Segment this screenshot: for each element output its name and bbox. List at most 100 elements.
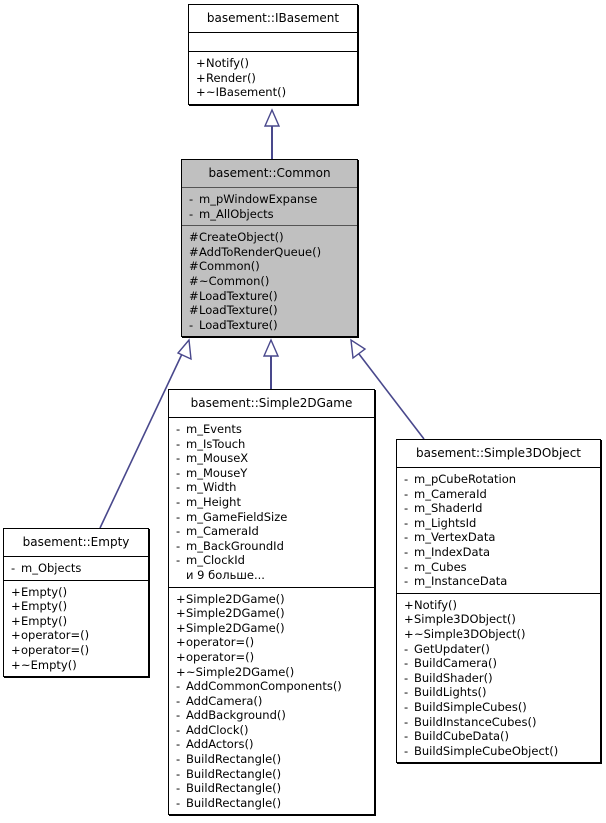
visibility-marker: - <box>189 192 194 206</box>
methods-compartment-empty: +Empty() +Empty() +Empty() +operator=() … <box>4 579 148 677</box>
class-member: - m_IndexData <box>404 545 594 560</box>
member-name: AddClock() <box>186 722 249 737</box>
member-name: ~IBasement() <box>206 85 287 100</box>
class-member: +Notify() <box>196 56 351 71</box>
uml-class-empty[interactable]: basement::Empty - m_Objects +Empty() +Emp… <box>3 528 149 678</box>
class-member: - m_Objects <box>11 561 142 576</box>
class-member: - BuildRectangle() <box>176 796 368 811</box>
member-name: Notify() <box>414 597 457 612</box>
class-member: - m_InstanceData <box>404 574 594 589</box>
member-name: AddCommonComponents() <box>186 679 342 694</box>
class-member: - m_LightsId <box>404 516 594 531</box>
visibility-marker: # <box>189 303 199 318</box>
member-name: AddToRenderQueue() <box>199 244 322 259</box>
visibility-marker: # <box>189 273 199 288</box>
visibility-marker: + <box>11 642 21 657</box>
class-member: - BuildCubeData() <box>404 729 594 744</box>
visibility-marker: - <box>189 317 194 332</box>
class-member: +~IBasement() <box>196 85 351 100</box>
class-member: +operator=() <box>176 635 368 650</box>
class-member: +Empty() <box>11 599 142 614</box>
member-name: Simple2DGame() <box>186 620 285 635</box>
visibility-marker: - <box>404 714 409 729</box>
visibility-marker: + <box>176 606 186 621</box>
visibility-marker: # <box>189 259 199 274</box>
member-name: operator=() <box>186 635 255 650</box>
visibility-marker: - <box>404 486 409 501</box>
member-name: m_IsTouch <box>186 436 246 451</box>
class-member: - m_VertexData <box>404 530 594 545</box>
member-name: Empty() <box>21 584 68 599</box>
visibility-marker: - <box>176 737 181 752</box>
visibility-marker: + <box>176 664 186 679</box>
visibility-marker: + <box>176 635 186 650</box>
uml-class-simple3dobject[interactable]: basement::Simple3DObject - m_pCubeRotatio… <box>396 439 601 764</box>
visibility-marker: - <box>404 729 409 744</box>
member-name: BuildRectangle() <box>186 795 282 810</box>
visibility-marker: - <box>404 559 409 574</box>
class-member: - AddBackground() <box>176 708 368 723</box>
visibility-marker: - <box>404 743 409 758</box>
class-member: - BuildInstanceCubes() <box>404 715 594 730</box>
member-name: Simple2DGame() <box>186 606 285 621</box>
class-member: +operator=() <box>11 628 142 643</box>
class-title-simple2dgame: basement::Simple2DGame <box>190 396 353 410</box>
member-name: m_MouseX <box>186 451 249 466</box>
visibility-marker: - <box>176 708 181 723</box>
class-member: - LoadTexture() <box>189 318 351 333</box>
member-name: m_MouseY <box>186 465 248 480</box>
class-member: - m_MouseX <box>176 451 368 466</box>
class-member: +Simple2DGame() <box>176 621 368 636</box>
inheritance-edge-common-to-ibasement <box>263 108 281 159</box>
member-name: m_ClockId <box>186 553 245 568</box>
class-member: - BuildSimpleCubes() <box>404 700 594 715</box>
visibility-marker: - <box>176 722 181 737</box>
class-member: - BuildRectangle() <box>176 781 368 796</box>
member-name: AddCamera() <box>186 693 263 708</box>
visibility-marker: - <box>404 472 409 486</box>
class-member: +Simple2DGame() <box>176 606 368 621</box>
class-member: - BuildRectangle() <box>176 752 368 767</box>
inheritance-edge-s2dgame-to-common <box>262 338 280 389</box>
methods-compartment-simple2dgame: +Simple2DGame() +Simple2DGame() +Simple2… <box>169 586 374 815</box>
class-title-simple3dobject: basement::Simple3DObject <box>415 446 581 460</box>
uml-class-common[interactable]: basement::Common - m_pWindowExpanse - m_Al… <box>181 159 358 338</box>
visibility-marker: - <box>404 670 409 685</box>
class-member: - m_CameraId <box>404 487 594 502</box>
member-name: m_CameraId <box>186 524 259 539</box>
visibility-marker: - <box>404 685 409 700</box>
member-name: BuildLights() <box>414 685 487 700</box>
class-member: - m_Height <box>176 495 368 510</box>
visibility-marker: - <box>176 509 181 524</box>
uml-class-simple2dgame[interactable]: basement::Simple2DGame - m_Events - m_IsTo… <box>168 389 375 816</box>
attributes-compartment-ibasement <box>189 32 357 51</box>
methods-compartment-common: #CreateObject() #AddToRenderQueue() #Com… <box>182 225 357 336</box>
class-member: - BuildRectangle() <box>176 767 368 782</box>
uml-class-ibasement[interactable]: basement::IBasement +Notify() +Render() … <box>188 4 358 105</box>
member-name: Common() <box>199 259 260 274</box>
class-member: - m_pCubeRotation <box>404 472 594 487</box>
member-name: Notify() <box>206 56 249 70</box>
member-name: BuildSimpleCubes() <box>414 699 527 714</box>
class-member: +Notify() <box>404 598 594 613</box>
class-member: - m_ClockId <box>176 553 368 568</box>
visibility-marker: + <box>404 626 414 641</box>
visibility-marker: - <box>176 679 181 694</box>
member-name: Empty() <box>21 613 68 628</box>
member-name: AddBackground() <box>186 708 286 723</box>
class-member: - m_Cubes <box>404 560 594 575</box>
class-member: +~Simple2DGame() <box>176 665 368 680</box>
visibility-marker: - <box>189 206 194 221</box>
class-member: #CreateObject() <box>189 230 351 245</box>
member-name: operator=() <box>21 642 90 657</box>
class-member: - m_Width <box>176 480 368 495</box>
member-name: Empty() <box>21 599 68 614</box>
class-member: +Simple2DGame() <box>176 592 368 607</box>
visibility-marker: + <box>11 613 21 628</box>
member-name: LoadTexture() <box>199 288 278 303</box>
class-member: #LoadTexture() <box>189 289 351 304</box>
attributes-compartment-simple3dobject: - m_pCubeRotation - m_CameraId - m_ShaderId… <box>397 467 600 593</box>
member-name: AddActors() <box>186 737 254 752</box>
class-member: - AddActors() <box>176 737 368 752</box>
visibility-marker: - <box>404 699 409 714</box>
